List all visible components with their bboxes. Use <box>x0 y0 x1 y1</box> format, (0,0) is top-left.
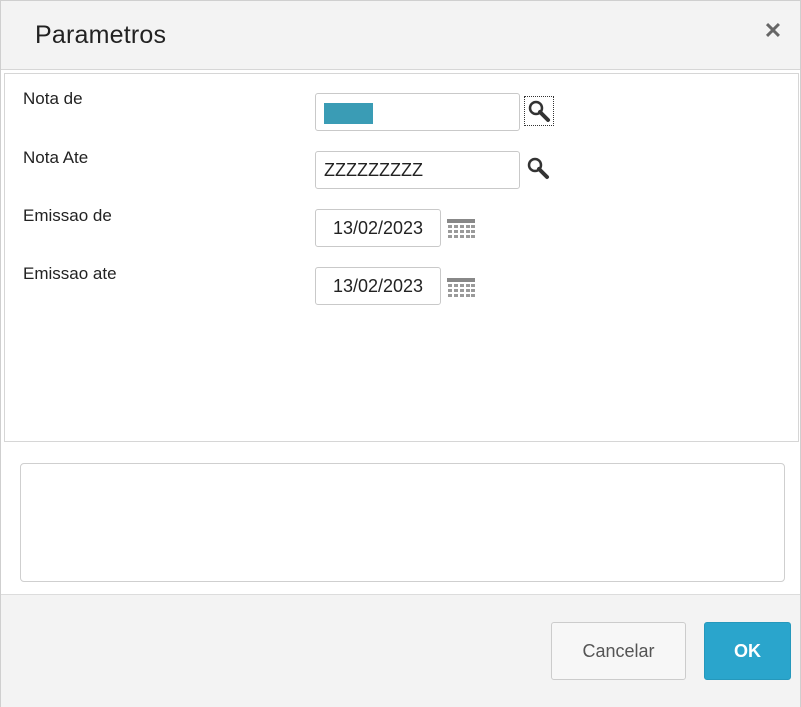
nota-de-label: Nota de <box>23 89 83 108</box>
nota-ate-label: Nota Ate <box>23 148 89 167</box>
nota-ate-input[interactable]: ZZZZZZZZZ <box>315 151 520 189</box>
emissao-ate-label: Emissao ate <box>23 264 117 283</box>
text-selection-highlight <box>324 103 373 124</box>
dialog-footer: Cancelar OK <box>1 594 800 707</box>
dialog-header: Parametros ✕ <box>1 1 800 70</box>
close-icon[interactable]: ✕ <box>761 19 785 43</box>
emissao-ate-input[interactable]: 13/02/2023 <box>315 267 441 305</box>
parameters-panel: Nota de Nota Ate ZZZZZZZZZ Emissao de 13… <box>4 73 799 442</box>
nota-de-input[interactable] <box>315 93 520 131</box>
messages-panel <box>20 463 785 582</box>
ok-button[interactable]: OK <box>704 622 791 680</box>
search-icon[interactable] <box>524 154 554 184</box>
dialog-title: Parametros <box>35 21 167 49</box>
search-icon[interactable] <box>524 96 554 126</box>
emissao-de-label: Emissao de <box>23 206 112 225</box>
calendar-icon[interactable] <box>447 278 475 300</box>
emissao-de-input[interactable]: 13/02/2023 <box>315 209 441 247</box>
cancel-button[interactable]: Cancelar <box>551 622 686 680</box>
parametros-dialog: Parametros ✕ Nota de Nota Ate ZZZZZZZZZ … <box>0 0 801 707</box>
calendar-icon[interactable] <box>447 219 475 241</box>
